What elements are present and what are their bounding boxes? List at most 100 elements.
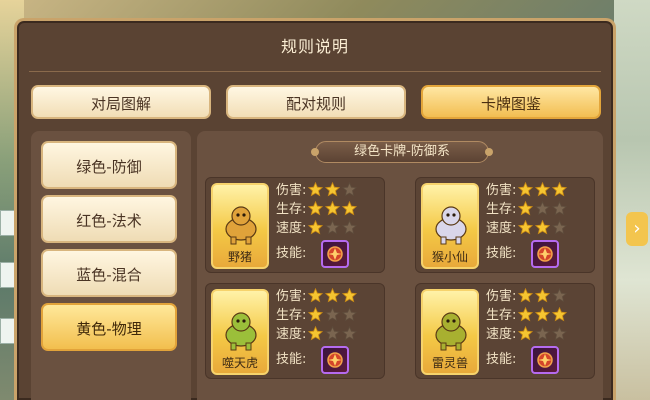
survival-stars: [308, 307, 359, 324]
star-filled-icon: [308, 307, 324, 322]
tab-card-catalog[interactable]: 卡牌图鉴: [421, 85, 601, 119]
speed-stars: [308, 220, 359, 237]
speed-label: 速度:: [276, 327, 307, 342]
star-empty-icon: [342, 220, 358, 235]
right-arrow-icon[interactable]: ›: [626, 212, 648, 246]
speed-stars: [518, 326, 569, 343]
survival-label: 生存:: [276, 308, 307, 323]
star-filled-icon: [552, 307, 568, 322]
rules-dialog: 规则说明 对局图解 配对规则 卡牌图鉴 绿色-防御 红色-法术 蓝色-混合 黄色…: [14, 18, 616, 400]
speed-stars: [518, 220, 569, 237]
star-filled-icon: [535, 182, 551, 197]
card-entry[interactable]: 猴小仙 伤害: 生存: 速度: 技能:: [415, 177, 595, 273]
sidebar-item-red-magic[interactable]: 红色-法术: [41, 195, 177, 243]
survival-stat: 生存:: [486, 307, 569, 324]
damage-label: 伤害:: [486, 289, 517, 304]
skill-label: 技能:: [486, 352, 517, 367]
card-name: 噬天虎: [221, 356, 258, 370]
tab-game-diagram[interactable]: 对局图解: [31, 85, 211, 119]
survival-label: 生存:: [486, 308, 517, 323]
star-filled-icon: [342, 288, 358, 303]
damage-stat: 伤害:: [276, 182, 359, 199]
sidebar-item-blue-mixed[interactable]: 蓝色-混合: [41, 249, 177, 297]
star-filled-icon: [308, 288, 324, 303]
star-filled-icon: [552, 182, 568, 197]
background-right-strip: ›: [614, 0, 650, 400]
card-portrait[interactable]: 猴小仙: [421, 183, 479, 269]
star-filled-icon: [518, 326, 534, 341]
star-filled-icon: [308, 326, 324, 341]
damage-stat: 伤害:: [276, 288, 359, 305]
monkey-icon: [435, 206, 467, 245]
star-empty-icon: [342, 182, 358, 197]
tab-bar: 对局图解 配对规则 卡牌图鉴: [31, 85, 603, 119]
skill-icon[interactable]: [531, 240, 559, 268]
speed-label: 速度:: [276, 221, 307, 236]
skill-glyph-icon: [537, 352, 553, 368]
damage-stars: [518, 182, 569, 199]
star-filled-icon: [518, 182, 534, 197]
skill-icon[interactable]: [321, 346, 349, 374]
star-filled-icon: [308, 220, 324, 235]
skill-label: 技能:: [276, 352, 307, 367]
star-empty-icon: [325, 220, 341, 235]
card-entry[interactable]: 野猪 伤害: 生存: 速度: 技能:: [205, 177, 385, 273]
skill-glyph-icon: [327, 246, 343, 262]
tiger-icon: [225, 312, 257, 351]
card-name: 野猪: [227, 250, 252, 264]
star-empty-icon: [325, 326, 341, 341]
skill-label: 技能:: [486, 246, 517, 261]
skill-stat: 技能:: [276, 351, 306, 368]
damage-stat: 伤害:: [486, 182, 569, 199]
speed-stat: 速度:: [486, 220, 569, 237]
damage-stat: 伤害:: [486, 288, 569, 305]
star-filled-icon: [325, 201, 341, 216]
card-name: 猴小仙: [431, 250, 468, 264]
survival-stars: [308, 201, 359, 218]
card-portrait[interactable]: 雷灵兽: [421, 289, 479, 375]
star-filled-icon: [535, 288, 551, 303]
boar-icon: [225, 206, 257, 245]
star-filled-icon: [535, 307, 551, 322]
section-title: 绿色卡牌-防御系: [311, 141, 493, 163]
card-portrait[interactable]: 噬天虎: [211, 289, 269, 375]
card-name: 雷灵兽: [431, 356, 468, 370]
thunder-beast-icon: [435, 312, 467, 351]
card-portrait[interactable]: 野猪: [211, 183, 269, 269]
skill-icon[interactable]: [321, 240, 349, 268]
star-empty-icon: [552, 201, 568, 216]
speed-stat: 速度:: [276, 220, 359, 237]
skill-stat: 技能:: [486, 351, 516, 368]
damage-label: 伤害:: [276, 183, 307, 198]
star-empty-icon: [342, 326, 358, 341]
star-filled-icon: [535, 220, 551, 235]
survival-stat: 生存:: [276, 307, 359, 324]
sidebar-item-yellow-physical[interactable]: 黄色-物理: [41, 303, 177, 351]
star-empty-icon: [552, 220, 568, 235]
damage-stars: [308, 288, 359, 305]
damage-label: 伤害:: [486, 183, 517, 198]
speed-stars: [308, 326, 359, 343]
star-filled-icon: [518, 220, 534, 235]
card-entry[interactable]: 雷灵兽 伤害: 生存: 速度: 技能:: [415, 283, 595, 379]
star-empty-icon: [552, 288, 568, 303]
card-entry[interactable]: 噬天虎 伤害: 生存: 速度: 技能:: [205, 283, 385, 379]
skill-stat: 技能:: [486, 245, 516, 262]
skill-icon[interactable]: [531, 346, 559, 374]
star-empty-icon: [535, 201, 551, 216]
survival-label: 生存:: [276, 202, 307, 217]
tab-pairing-rules[interactable]: 配对规则: [226, 85, 406, 119]
sidebar-item-green-defense[interactable]: 绿色-防御: [41, 141, 177, 189]
skill-label: 技能:: [276, 246, 307, 261]
star-empty-icon: [535, 326, 551, 341]
star-filled-icon: [342, 201, 358, 216]
star-empty-icon: [342, 307, 358, 322]
skill-glyph-icon: [537, 246, 553, 262]
damage-label: 伤害:: [276, 289, 307, 304]
star-filled-icon: [325, 288, 341, 303]
damage-stars: [308, 182, 359, 199]
speed-label: 速度:: [486, 327, 517, 342]
survival-stars: [518, 201, 569, 218]
survival-stat: 生存:: [486, 201, 569, 218]
speed-stat: 速度:: [486, 326, 569, 343]
